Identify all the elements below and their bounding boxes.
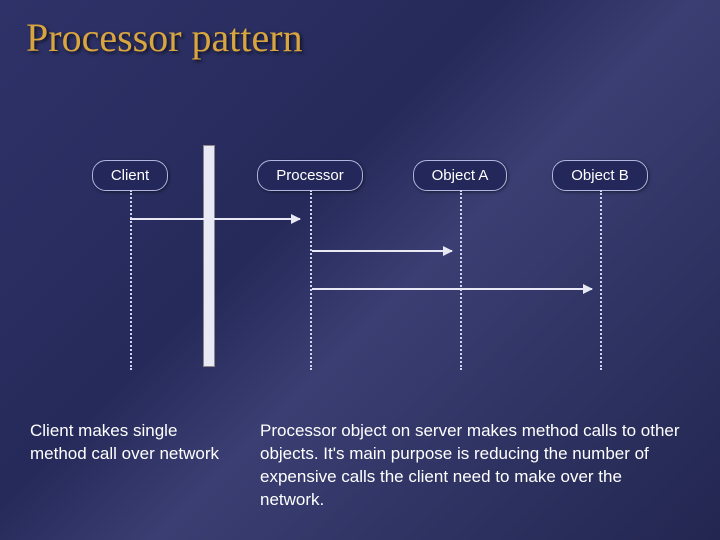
activation-bar [203, 145, 215, 367]
sequence-diagram: Client Processor Object A Object B [0, 160, 720, 390]
lifeline-object-b: Object B [540, 160, 660, 191]
lifeline-dash [130, 190, 132, 370]
arrow-client-to-processor [130, 218, 300, 220]
lifeline-processor: Processor [250, 160, 370, 191]
lifeline-label: Object A [413, 160, 508, 191]
lifeline-dash [460, 190, 462, 370]
slide: Processor pattern Client Processor Objec… [0, 0, 720, 540]
lifeline-object-a: Object A [400, 160, 520, 191]
lifeline-client: Client [60, 160, 200, 191]
slide-title: Processor pattern [26, 14, 303, 61]
arrow-processor-to-object-b [312, 288, 592, 290]
caption-processor: Processor object on server makes method … [260, 420, 680, 512]
lifeline-label: Client [92, 160, 168, 191]
lifeline-label: Processor [257, 160, 363, 191]
lifeline-dash [310, 190, 312, 370]
arrow-processor-to-object-a [312, 250, 452, 252]
lifeline-dash [600, 190, 602, 370]
lifeline-label: Object B [552, 160, 648, 191]
caption-client: Client makes single method call over net… [30, 420, 230, 466]
